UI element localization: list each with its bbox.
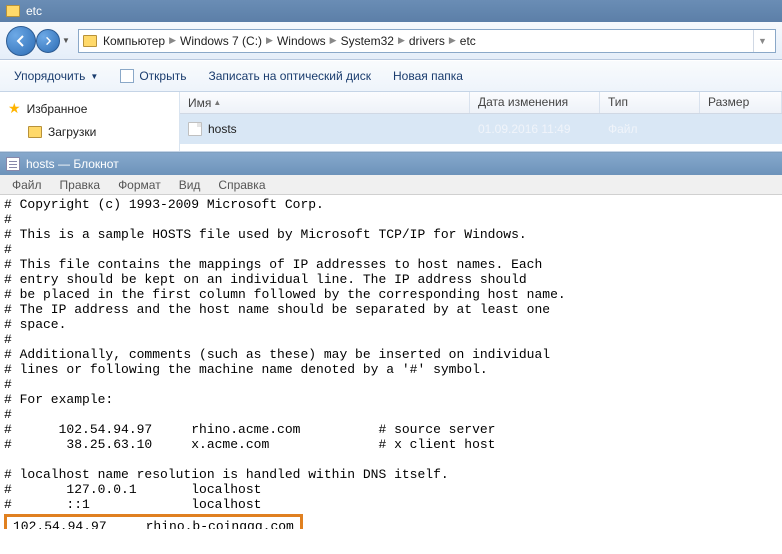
text-line: # 38.25.63.10 x.acme.com # x client host <box>4 437 495 452</box>
text-line: # This is a sample HOSTS file used by Mi… <box>4 227 527 242</box>
address-bar-row: ▼ Компьютер ▶ Windows 7 (C:) ▶ Windows ▶ Sy… <box>0 22 782 60</box>
newfolder-button[interactable]: Новая папка <box>389 67 467 85</box>
label: Открыть <box>139 69 186 83</box>
text-line: # <box>4 407 12 422</box>
file-name: hosts <box>208 122 237 136</box>
highlighted-entry: 102.54.94.97 rhino.b-coinggg.com <box>4 514 303 529</box>
menu-help[interactable]: Справка <box>210 176 273 194</box>
label: Загрузки <box>48 125 96 139</box>
chevron-down-icon: ▼ <box>90 72 98 81</box>
open-icon <box>120 69 134 83</box>
folder-icon <box>83 35 97 47</box>
nav-buttons: ▼ <box>6 26 72 56</box>
column-date[interactable]: Дата изменения <box>470 92 600 113</box>
address-bar[interactable]: Компьютер ▶ Windows 7 (C:) ▶ Windows ▶ Syst… <box>78 29 776 53</box>
sort-up-icon: ▲ <box>213 98 221 107</box>
explorer-title-bar[interactable]: etc <box>0 0 782 22</box>
text-line: # 102.54.94.97 rhino.acme.com # source s… <box>4 422 495 437</box>
back-button[interactable] <box>6 26 36 56</box>
chevron-right-icon: ▶ <box>266 35 273 46</box>
text-line: # The IP address and the host name shoul… <box>4 302 550 317</box>
explorer-body: ★ Избранное Загрузки Имя ▲ Дата изменени… <box>0 92 782 152</box>
address-dropdown[interactable]: ▼ <box>753 30 771 52</box>
favorites-item[interactable]: ★ Избранное <box>8 98 171 123</box>
label: Избранное <box>27 102 88 116</box>
notepad-icon <box>6 157 20 171</box>
column-name[interactable]: Имя ▲ <box>180 92 470 113</box>
notepad-window: hosts — Блокнот Файл Правка Формат Вид С… <box>0 152 782 529</box>
navigation-pane: ★ Избранное Загрузки <box>0 92 180 151</box>
menu-file[interactable]: Файл <box>4 176 50 194</box>
menu-edit[interactable]: Правка <box>52 176 109 194</box>
file-list: Имя ▲ Дата изменения Тип Размер hosts 01… <box>180 92 782 151</box>
text-line: # <box>4 377 12 392</box>
file-date-cell: 01.09.2016 11:49 <box>470 122 600 136</box>
label: Записать на оптический диск <box>208 69 371 83</box>
label: Упорядочить <box>14 69 85 83</box>
text-line: # <box>4 332 12 347</box>
breadcrumb-item[interactable]: etc <box>460 34 476 48</box>
text-line: # localhost name resolution is handled w… <box>4 467 449 482</box>
file-type-cell: Файл <box>600 122 700 136</box>
text-line: # Copyright (c) 1993-2009 Microsoft Corp… <box>4 197 324 212</box>
text-line: # For example: <box>4 392 113 407</box>
text-line: # <box>4 212 12 227</box>
notepad-title-bar[interactable]: hosts — Блокнот <box>0 153 782 175</box>
columns-header: Имя ▲ Дата изменения Тип Размер <box>180 92 782 114</box>
burn-button[interactable]: Записать на оптический диск <box>204 67 375 85</box>
text-line: # space. <box>4 317 66 332</box>
breadcrumb-item[interactable]: Компьютер <box>103 34 165 48</box>
column-type[interactable]: Тип <box>600 92 700 113</box>
table-row[interactable]: hosts 01.09.2016 11:49 Файл <box>180 114 782 144</box>
text-line: # This file contains the mappings of IP … <box>4 257 542 272</box>
toolbar: Упорядочить ▼ Открыть Записать на оптиче… <box>0 60 782 92</box>
folder-icon <box>6 5 20 17</box>
chevron-right-icon: ▶ <box>169 35 176 46</box>
text-line: # ::1 localhost <box>4 497 261 512</box>
folder-icon <box>28 126 42 138</box>
text-line: # Additionally, comments (such as these)… <box>4 347 550 362</box>
notepad-menu-bar: Файл Правка Формат Вид Справка <box>0 175 782 195</box>
breadcrumb: Компьютер ▶ Windows 7 (C:) ▶ Windows ▶ Syst… <box>103 34 476 48</box>
arrange-button[interactable]: Упорядочить ▼ <box>10 67 102 85</box>
file-icon <box>188 122 202 136</box>
menu-format[interactable]: Формат <box>110 176 169 194</box>
label: Новая папка <box>393 69 463 83</box>
forward-button[interactable] <box>36 29 60 53</box>
column-size[interactable]: Размер <box>700 92 782 113</box>
text-line: # 127.0.0.1 localhost <box>4 482 261 497</box>
notepad-title: hosts — Блокнот <box>26 157 119 171</box>
breadcrumb-item[interactable]: Windows 7 (C:) <box>180 34 262 48</box>
star-icon: ★ <box>8 100 21 117</box>
downloads-item[interactable]: Загрузки <box>8 123 171 145</box>
breadcrumb-item[interactable]: drivers <box>409 34 445 48</box>
text-line: # be placed in the first column followed… <box>4 287 566 302</box>
window-title: etc <box>26 4 42 18</box>
text-line: # <box>4 242 12 257</box>
notepad-text-area[interactable]: # Copyright (c) 1993-2009 Microsoft Corp… <box>0 195 782 529</box>
menu-view[interactable]: Вид <box>171 176 209 194</box>
open-button[interactable]: Открыть <box>116 67 190 85</box>
nav-history-dropdown[interactable]: ▼ <box>60 29 72 53</box>
chevron-right-icon: ▶ <box>330 35 337 46</box>
breadcrumb-item[interactable]: System32 <box>341 34 394 48</box>
text-line: # lines or following the machine name de… <box>4 362 488 377</box>
breadcrumb-item[interactable]: Windows <box>277 34 326 48</box>
chevron-right-icon: ▶ <box>449 35 456 46</box>
text-line: # entry should be kept on an individual … <box>4 272 527 287</box>
chevron-right-icon: ▶ <box>398 35 405 46</box>
file-name-cell: hosts <box>180 122 470 136</box>
